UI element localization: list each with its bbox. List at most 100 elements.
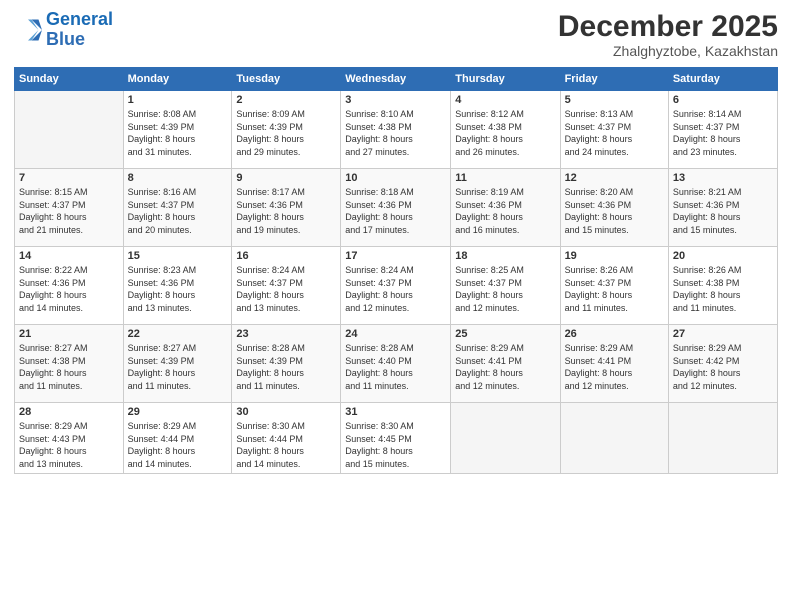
calendar-cell: 18 Sunrise: 8:25 AM Sunset: 4:37 PM Dayli… xyxy=(451,247,560,325)
calendar-cell: 30Sunrise: 8:30 AM Sunset: 4:44 PM Dayli… xyxy=(232,403,341,474)
calendar-cell: 24 Sunrise: 8:28 AM Sunset: 4:40 PM Dayli… xyxy=(341,325,451,403)
day-number: 16 xyxy=(236,250,336,262)
calendar-cell: 14 Sunrise: 8:22 AM Sunset: 4:36 PM Dayli… xyxy=(15,247,124,325)
title-block: December 2025 Zhalghyztobe, Kazakhstan xyxy=(558,10,778,59)
day-number: 24 xyxy=(345,328,446,340)
day-number: 3 xyxy=(345,94,446,106)
day-number: 10 xyxy=(345,172,446,184)
day-number: 19 xyxy=(565,250,664,262)
day-info: Sunrise: 8:16 AM Sunset: 4:37 PM Dayligh… xyxy=(128,186,228,236)
calendar-cell: 20Sunrise: 8:26 AM Sunset: 4:38 PM Dayli… xyxy=(668,247,777,325)
calendar-cell: 10 Sunrise: 8:18 AM Sunset: 4:36 PM Dayli… xyxy=(341,169,451,247)
day-info: Sunrise: 8:28 AM Sunset: 4:39 PM Dayligh… xyxy=(236,342,336,392)
day-header: Monday xyxy=(123,68,232,91)
day-number: 17 xyxy=(345,250,446,262)
day-header: Thursday xyxy=(451,68,560,91)
calendar-cell: 21 Sunrise: 8:27 AM Sunset: 4:38 PM Dayli… xyxy=(15,325,124,403)
day-info: Sunrise: 8:26 AM Sunset: 4:37 PM Dayligh… xyxy=(565,264,664,314)
location-subtitle: Zhalghyztobe, Kazakhstan xyxy=(558,43,778,59)
calendar-cell: 15 Sunrise: 8:23 AM Sunset: 4:36 PM Dayli… xyxy=(123,247,232,325)
day-info: Sunrise: 8:24 AM Sunset: 4:37 PM Dayligh… xyxy=(236,264,336,314)
calendar-cell: 27 Sunrise: 8:29 AM Sunset: 4:42 PM Dayli… xyxy=(668,325,777,403)
day-number: 4 xyxy=(455,94,555,106)
day-info: Sunrise: 8:10 AM Sunset: 4:38 PM Dayligh… xyxy=(345,108,446,158)
calendar-cell: 1Sunrise: 8:08 AM Sunset: 4:39 PM Daylig… xyxy=(123,91,232,169)
calendar-cell: 4 Sunrise: 8:12 AM Sunset: 4:38 PM Daylig… xyxy=(451,91,560,169)
calendar-cell: 29 Sunrise: 8:29 AM Sunset: 4:44 PM Dayli… xyxy=(123,403,232,474)
day-info: Sunrise: 8:29 AM Sunset: 4:42 PM Dayligh… xyxy=(673,342,773,392)
calendar-cell: 7Sunrise: 8:15 AM Sunset: 4:37 PM Daylig… xyxy=(15,169,124,247)
header-row: SundayMondayTuesdayWednesdayThursdayFrid… xyxy=(15,68,778,91)
day-number: 25 xyxy=(455,328,555,340)
day-number: 9 xyxy=(236,172,336,184)
day-number: 31 xyxy=(345,406,446,418)
day-info: Sunrise: 8:13 AM Sunset: 4:37 PM Dayligh… xyxy=(565,108,664,158)
day-number: 5 xyxy=(565,94,664,106)
day-number: 7 xyxy=(19,172,119,184)
day-info: Sunrise: 8:18 AM Sunset: 4:36 PM Dayligh… xyxy=(345,186,446,236)
calendar-cell: 17 Sunrise: 8:24 AM Sunset: 4:37 PM Dayli… xyxy=(341,247,451,325)
day-header: Tuesday xyxy=(232,68,341,91)
calendar-week-row: 21 Sunrise: 8:27 AM Sunset: 4:38 PM Dayli… xyxy=(15,325,778,403)
day-info: Sunrise: 8:19 AM Sunset: 4:36 PM Dayligh… xyxy=(455,186,555,236)
day-info: Sunrise: 8:28 AM Sunset: 4:40 PM Dayligh… xyxy=(345,342,446,392)
calendar-cell: 19 Sunrise: 8:26 AM Sunset: 4:37 PM Dayli… xyxy=(560,247,668,325)
header: General Blue December 2025 Zhalghyztobe,… xyxy=(14,10,778,59)
day-info: Sunrise: 8:26 AM Sunset: 4:38 PM Dayligh… xyxy=(673,264,773,314)
day-number: 18 xyxy=(455,250,555,262)
day-info: Sunrise: 8:21 AM Sunset: 4:36 PM Dayligh… xyxy=(673,186,773,236)
day-number: 27 xyxy=(673,328,773,340)
calendar-cell xyxy=(15,91,124,169)
calendar-week-row: 1Sunrise: 8:08 AM Sunset: 4:39 PM Daylig… xyxy=(15,91,778,169)
calendar-cell: 25 Sunrise: 8:29 AM Sunset: 4:41 PM Dayli… xyxy=(451,325,560,403)
calendar-cell: 9 Sunrise: 8:17 AM Sunset: 4:36 PM Daylig… xyxy=(232,169,341,247)
day-info: Sunrise: 8:12 AM Sunset: 4:38 PM Dayligh… xyxy=(455,108,555,158)
calendar-cell: 6Sunrise: 8:14 AM Sunset: 4:37 PM Daylig… xyxy=(668,91,777,169)
day-info: Sunrise: 8:14 AM Sunset: 4:37 PM Dayligh… xyxy=(673,108,773,158)
day-number: 21 xyxy=(19,328,119,340)
calendar-table: SundayMondayTuesdayWednesdayThursdayFrid… xyxy=(14,67,778,474)
calendar-cell: 31Sunrise: 8:30 AM Sunset: 4:45 PM Dayli… xyxy=(341,403,451,474)
calendar-cell: 22 Sunrise: 8:27 AM Sunset: 4:39 PM Dayli… xyxy=(123,325,232,403)
day-info: Sunrise: 8:22 AM Sunset: 4:36 PM Dayligh… xyxy=(19,264,119,314)
day-info: Sunrise: 8:29 AM Sunset: 4:41 PM Dayligh… xyxy=(455,342,555,392)
day-info: Sunrise: 8:23 AM Sunset: 4:36 PM Dayligh… xyxy=(128,264,228,314)
calendar-cell: 12Sunrise: 8:20 AM Sunset: 4:36 PM Dayli… xyxy=(560,169,668,247)
day-info: Sunrise: 8:09 AM Sunset: 4:39 PM Dayligh… xyxy=(236,108,336,158)
day-number: 14 xyxy=(19,250,119,262)
calendar-cell xyxy=(451,403,560,474)
day-info: Sunrise: 8:29 AM Sunset: 4:41 PM Dayligh… xyxy=(565,342,664,392)
calendar-cell: 16 Sunrise: 8:24 AM Sunset: 4:37 PM Dayli… xyxy=(232,247,341,325)
day-info: Sunrise: 8:29 AM Sunset: 4:44 PM Dayligh… xyxy=(128,420,228,470)
month-title: December 2025 xyxy=(558,10,778,43)
calendar-week-row: 14 Sunrise: 8:22 AM Sunset: 4:36 PM Dayli… xyxy=(15,247,778,325)
calendar-week-row: 28Sunrise: 8:29 AM Sunset: 4:43 PM Dayli… xyxy=(15,403,778,474)
day-number: 8 xyxy=(128,172,228,184)
calendar-cell: 11Sunrise: 8:19 AM Sunset: 4:36 PM Dayli… xyxy=(451,169,560,247)
calendar-cell: 5 Sunrise: 8:13 AM Sunset: 4:37 PM Daylig… xyxy=(560,91,668,169)
logo: General Blue xyxy=(14,10,113,50)
day-info: Sunrise: 8:17 AM Sunset: 4:36 PM Dayligh… xyxy=(236,186,336,236)
day-header: Sunday xyxy=(15,68,124,91)
calendar-cell xyxy=(668,403,777,474)
calendar-cell: 26 Sunrise: 8:29 AM Sunset: 4:41 PM Dayli… xyxy=(560,325,668,403)
day-number: 12 xyxy=(565,172,664,184)
day-number: 1 xyxy=(128,94,228,106)
day-info: Sunrise: 8:27 AM Sunset: 4:38 PM Dayligh… xyxy=(19,342,119,392)
day-number: 15 xyxy=(128,250,228,262)
calendar-cell: 23Sunrise: 8:28 AM Sunset: 4:39 PM Dayli… xyxy=(232,325,341,403)
calendar-cell: 28Sunrise: 8:29 AM Sunset: 4:43 PM Dayli… xyxy=(15,403,124,474)
day-info: Sunrise: 8:27 AM Sunset: 4:39 PM Dayligh… xyxy=(128,342,228,392)
calendar-container: General Blue December 2025 Zhalghyztobe,… xyxy=(0,0,792,612)
day-info: Sunrise: 8:25 AM Sunset: 4:37 PM Dayligh… xyxy=(455,264,555,314)
day-number: 22 xyxy=(128,328,228,340)
calendar-cell: 2Sunrise: 8:09 AM Sunset: 4:39 PM Daylig… xyxy=(232,91,341,169)
day-header: Wednesday xyxy=(341,68,451,91)
day-number: 26 xyxy=(565,328,664,340)
day-info: Sunrise: 8:24 AM Sunset: 4:37 PM Dayligh… xyxy=(345,264,446,314)
day-number: 13 xyxy=(673,172,773,184)
calendar-cell: 13 Sunrise: 8:21 AM Sunset: 4:36 PM Dayli… xyxy=(668,169,777,247)
day-number: 30 xyxy=(236,406,336,418)
day-number: 29 xyxy=(128,406,228,418)
day-header: Friday xyxy=(560,68,668,91)
